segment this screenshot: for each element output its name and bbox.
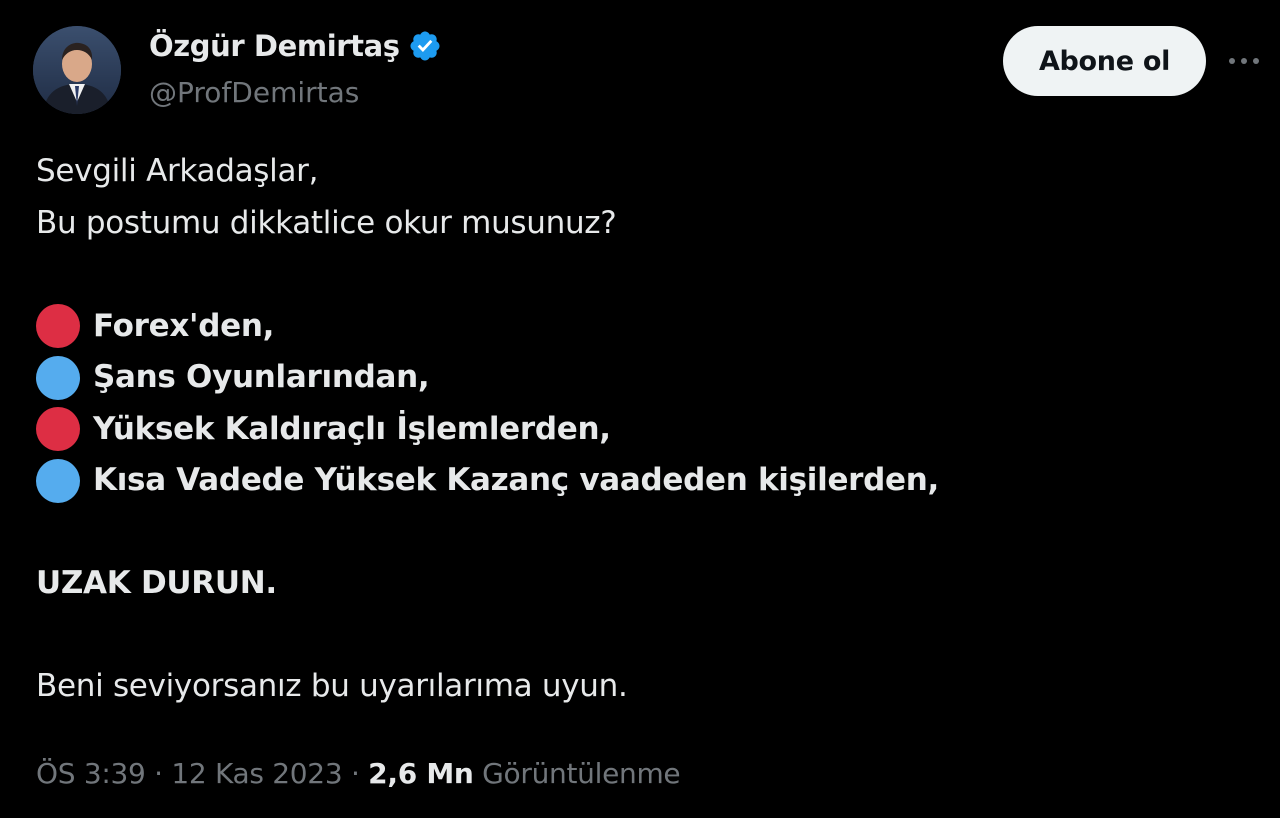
blue-circle-icon: [36, 458, 80, 503]
bullet-text: Yüksek Kaldıraçlı İşlemlerden,: [93, 410, 611, 447]
warning-line: UZAK DURUN.: [36, 565, 277, 601]
separator: ·: [154, 757, 163, 790]
red-circle-icon: [36, 304, 80, 349]
bullet-item: Yüksek Kaldıraçlı İşlemlerden,: [36, 404, 939, 456]
bullet-item: Şans Oyunlarından,: [36, 352, 939, 404]
bullet-item: Kısa Vadede Yüksek Kazanç vaadeden kişil…: [36, 455, 939, 507]
tweet-text: Sevgili Arkadaşlar, Bu postumu dikkatlic…: [36, 146, 939, 713]
closing-line: Beni seviyorsanız bu uyarılarıma uyun.: [36, 668, 628, 704]
author-handle[interactable]: @ProfDemirtas: [149, 74, 359, 112]
tweet: Özgür Demirtaş @ProfDemirtas Abone ol Se…: [0, 0, 1280, 818]
red-circle-icon: [36, 407, 80, 452]
author-name-text[interactable]: Özgür Demirtaş: [149, 26, 400, 66]
more-horizontal-icon[interactable]: [1224, 44, 1264, 78]
question-line: Bu postumu dikkatlice okur musunuz?: [36, 204, 617, 241]
views-label[interactable]: Görüntülenme: [482, 757, 681, 790]
follow-button[interactable]: Abone ol: [1003, 26, 1206, 96]
bullet-item: Forex'den,: [36, 301, 939, 353]
blue-circle-icon: [36, 355, 80, 400]
bullet-text: Şans Oyunlarından,: [93, 359, 430, 395]
author-name[interactable]: Özgür Demirtaş: [149, 26, 442, 66]
tweet-meta: ÖS 3:39 · 12 Kas 2023 · 2,6 Mn Görüntüle…: [36, 752, 681, 796]
bullet-text: Kısa Vadede Yüksek Kazanç vaadeden kişil…: [93, 462, 940, 498]
post-date[interactable]: 12 Kas 2023: [171, 757, 342, 790]
post-time[interactable]: ÖS 3:39: [36, 757, 146, 790]
greeting-line: Sevgili Arkadaşlar,: [36, 153, 319, 189]
views-count[interactable]: 2,6 Mn: [368, 757, 474, 790]
bullet-text: Forex'den,: [93, 307, 275, 344]
avatar[interactable]: [33, 26, 121, 114]
separator: ·: [350, 757, 360, 790]
verified-badge-icon[interactable]: [408, 29, 442, 63]
